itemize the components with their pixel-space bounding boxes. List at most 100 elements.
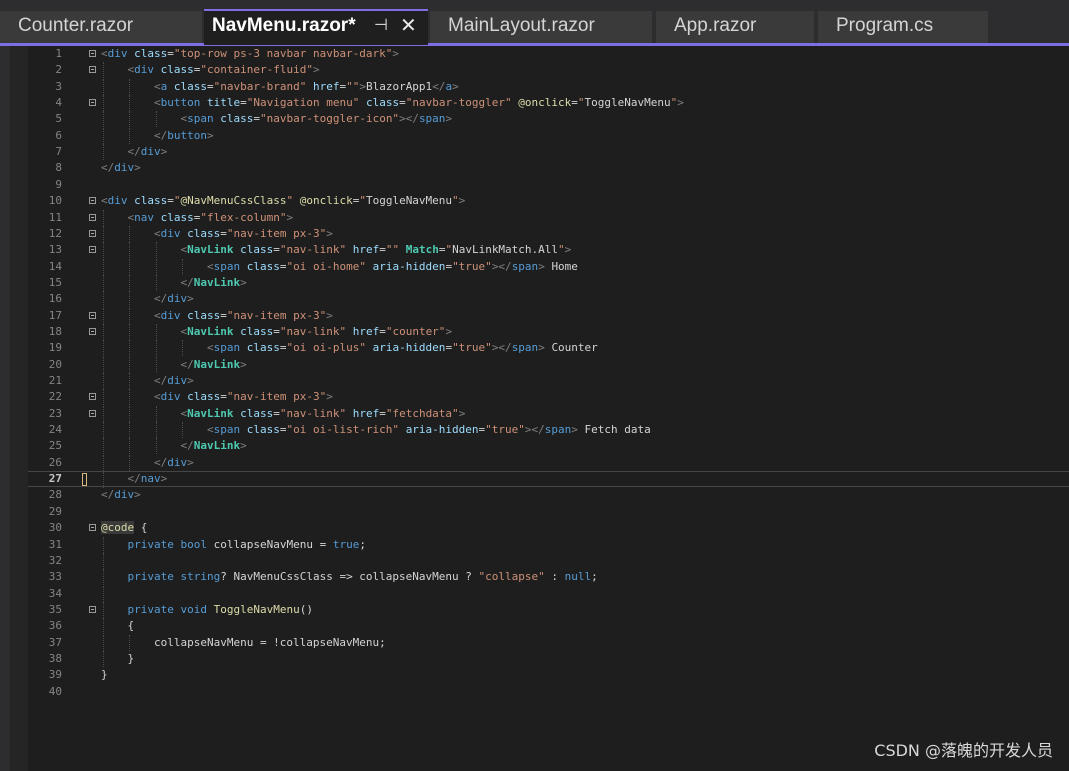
- code-line[interactable]: 36 {: [28, 618, 1069, 635]
- code-line[interactable]: 28 </div>: [28, 487, 1069, 503]
- collapse-toggle-icon[interactable]: [89, 229, 96, 237]
- code-token: "Navigation menu": [246, 96, 360, 110]
- code-line[interactable]: 29: [28, 504, 1069, 520]
- code-token: @onclick: [518, 96, 572, 110]
- code-token: ToggleNavMenu: [365, 194, 453, 208]
- code-line[interactable]: 18 <NavLink class="nav-link" href="count…: [28, 323, 1069, 340]
- code-line[interactable]: 38 }: [28, 650, 1069, 667]
- code-line[interactable]: 33 private string? NavMenuCssClass => co…: [28, 569, 1069, 586]
- line-number: 25: [48, 439, 62, 453]
- code-line[interactable]: 1 <div class="top-row ps-3 navbar navbar-…: [28, 46, 1069, 62]
- collapse-toggle-icon[interactable]: [89, 393, 96, 401]
- code-line[interactable]: 25 </NavLink>: [28, 438, 1069, 455]
- tab-label: Program.cs: [836, 15, 934, 36]
- code-text: </NavLink>: [101, 438, 246, 454]
- code-line[interactable]: 32: [28, 552, 1069, 569]
- code-line[interactable]: 19 <span class="oi oi-plus" aria-hidden=…: [28, 340, 1069, 357]
- code-line[interactable]: 30 @code {: [28, 520, 1069, 536]
- collapse-toggle-icon[interactable]: [89, 99, 96, 107]
- code-token: class: [246, 423, 280, 437]
- tab-app-razor[interactable]: App.razor: [656, 11, 814, 43]
- code-token: BlazorApp1: [365, 79, 433, 93]
- code-line[interactable]: 24 <span class="oi oi-list-rich" aria-hi…: [28, 422, 1069, 439]
- collapse-toggle-icon[interactable]: [89, 66, 96, 74]
- tab-mainlayout-razor[interactable]: MainLayout.razor: [430, 11, 652, 43]
- code-token: @NavMenuCssClass: [180, 194, 287, 208]
- code-line[interactable]: 23 <NavLink class="nav-link" href="fetch…: [28, 405, 1069, 422]
- code-line[interactable]: 7 </div>: [28, 144, 1069, 161]
- code-token: >: [206, 128, 214, 142]
- code-token: }: [101, 651, 135, 665]
- code-line[interactable]: 5 <span class="navbar-toggler-icon"></sp…: [28, 111, 1069, 128]
- code-line[interactable]: 27 </nav>: [28, 471, 1069, 489]
- collapse-toggle-icon[interactable]: [89, 327, 96, 335]
- code-text: {: [101, 618, 134, 634]
- collapse-toggle-icon[interactable]: [89, 605, 96, 613]
- code-line[interactable]: 40: [28, 684, 1069, 700]
- code-token: private: [127, 602, 174, 616]
- code-line[interactable]: 13 <NavLink class="nav-link" href="" Mat…: [28, 242, 1069, 259]
- collapse-toggle-icon[interactable]: [89, 311, 96, 319]
- code-line[interactable]: 4 <button title="Navigation menu" class=…: [28, 95, 1069, 112]
- code-line[interactable]: 15 </NavLink>: [28, 274, 1069, 291]
- code-text-area[interactable]: 1 <div class="top-row ps-3 navbar navbar-…: [28, 46, 1069, 771]
- code-token: class: [246, 259, 280, 273]
- code-line[interactable]: 12 <div class="nav-item px-3">: [28, 225, 1069, 242]
- line-number: 26: [48, 455, 62, 469]
- code-line[interactable]: 6 </button>: [28, 127, 1069, 144]
- code-line[interactable]: 8 </div>: [28, 160, 1069, 176]
- code-token: NavLink: [193, 275, 241, 289]
- collapse-toggle-icon[interactable]: [89, 246, 96, 254]
- tab-counter-razor[interactable]: Counter.razor: [0, 11, 202, 43]
- code-token: string: [180, 570, 221, 584]
- close-icon[interactable]: ✕: [400, 11, 417, 41]
- code-line[interactable]: 22 <div class="nav-item px-3">: [28, 389, 1069, 406]
- code-line[interactable]: 34: [28, 585, 1069, 602]
- code-token: Counter: [551, 341, 598, 355]
- collapse-toggle-icon[interactable]: [89, 197, 96, 205]
- code-token: collapseNavMenu = !collapseNavMenu;: [101, 635, 386, 649]
- code-line[interactable]: 31 private bool collapseNavMenu = true;: [28, 536, 1069, 553]
- code-line[interactable]: 35 private void ToggleNavMenu(): [28, 601, 1069, 618]
- code-line[interactable]: 16 </div>: [28, 291, 1069, 308]
- code-text: <NavLink class="nav-link" href="counter"…: [101, 324, 452, 340]
- code-line[interactable]: 2 <div class="container-fluid">: [28, 62, 1069, 79]
- line-number: 5: [55, 112, 62, 126]
- collapse-toggle-icon[interactable]: [89, 213, 96, 221]
- line-number: 39: [48, 668, 62, 682]
- pin-icon[interactable]: ⊣: [374, 11, 388, 41]
- line-number: 15: [48, 275, 62, 289]
- code-token: "nav-item px-3": [226, 226, 327, 240]
- code-line[interactable]: 9: [28, 177, 1069, 193]
- code-line[interactable]: 11 <nav class="flex-column">: [28, 209, 1069, 226]
- code-line[interactable]: 17 <div class="nav-item px-3">: [28, 307, 1069, 324]
- code-token: ": [558, 243, 565, 257]
- collapse-toggle-icon[interactable]: [89, 50, 96, 57]
- code-token: div: [140, 145, 161, 159]
- code-line[interactable]: 21 </div>: [28, 373, 1069, 389]
- code-line[interactable]: 26 </div>: [28, 454, 1069, 471]
- code-text: <span class="oi oi-home" aria-hidden="tr…: [101, 259, 578, 275]
- collapse-toggle-icon[interactable]: [89, 524, 96, 532]
- collapse-toggle-icon[interactable]: [89, 409, 96, 417]
- code-token: <: [101, 194, 108, 208]
- code-line[interactable]: 14 <span class="oi oi-home" aria-hidden=…: [28, 258, 1069, 275]
- code-line[interactable]: 10 <div class="@NavMenuCssClass" @onclick…: [28, 193, 1069, 209]
- code-line[interactable]: 37 collapseNavMenu = !collapseNavMenu;: [28, 634, 1069, 651]
- code-token: =: [379, 406, 386, 420]
- tab-navmenu-razor[interactable]: NavMenu.razor* ⊣ ✕: [204, 9, 428, 45]
- tab-program-cs[interactable]: Program.cs: [818, 11, 988, 43]
- code-token: =: [206, 79, 214, 93]
- code-line[interactable]: 39}: [28, 667, 1069, 683]
- code-line[interactable]: 20 </NavLink>: [28, 356, 1069, 373]
- code-line[interactable]: 3 <a class="navbar-brand" href="">Blazor…: [28, 78, 1069, 95]
- line-number: 17: [48, 308, 62, 322]
- code-editor[interactable]: 1 <div class="top-row ps-3 navbar navbar-…: [0, 46, 1069, 771]
